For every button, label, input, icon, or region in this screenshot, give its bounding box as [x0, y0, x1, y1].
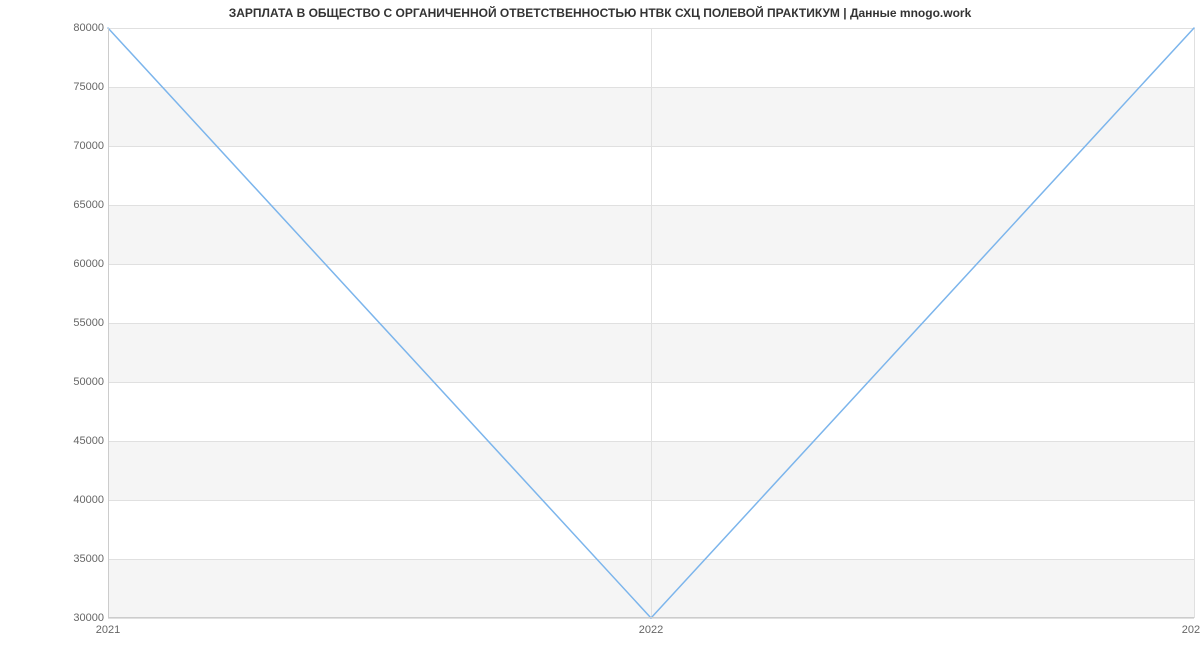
y-tick-label: 70000 — [24, 140, 104, 152]
line-layer — [108, 28, 1194, 618]
y-tick-label: 60000 — [24, 258, 104, 270]
y-tick-label: 55000 — [24, 317, 104, 329]
chart-title: ЗАРПЛАТА В ОБЩЕСТВО С ОРГАНИЧЕННОЙ ОТВЕТ… — [0, 6, 1200, 20]
y-tick-label: 35000 — [24, 553, 104, 565]
y-tick-label: 75000 — [24, 81, 104, 93]
y-tick-label: 45000 — [24, 435, 104, 447]
y-tick-label: 65000 — [24, 199, 104, 211]
y-axis-line — [108, 28, 109, 618]
plot-area — [108, 28, 1194, 618]
x-tick-label: 2021 — [96, 624, 120, 636]
x-tick-label: 2023 — [1182, 624, 1200, 636]
y-tick-label: 40000 — [24, 494, 104, 506]
y-tick-label: 50000 — [24, 376, 104, 388]
x-tick-label: 2022 — [639, 624, 663, 636]
chart-container: ЗАРПЛАТА В ОБЩЕСТВО С ОРГАНИЧЕННОЙ ОТВЕТ… — [0, 0, 1200, 650]
x-axis-line — [108, 617, 1194, 618]
y-tick-label: 80000 — [24, 22, 104, 34]
series-line — [108, 28, 1194, 618]
y-tick-label: 30000 — [24, 612, 104, 624]
